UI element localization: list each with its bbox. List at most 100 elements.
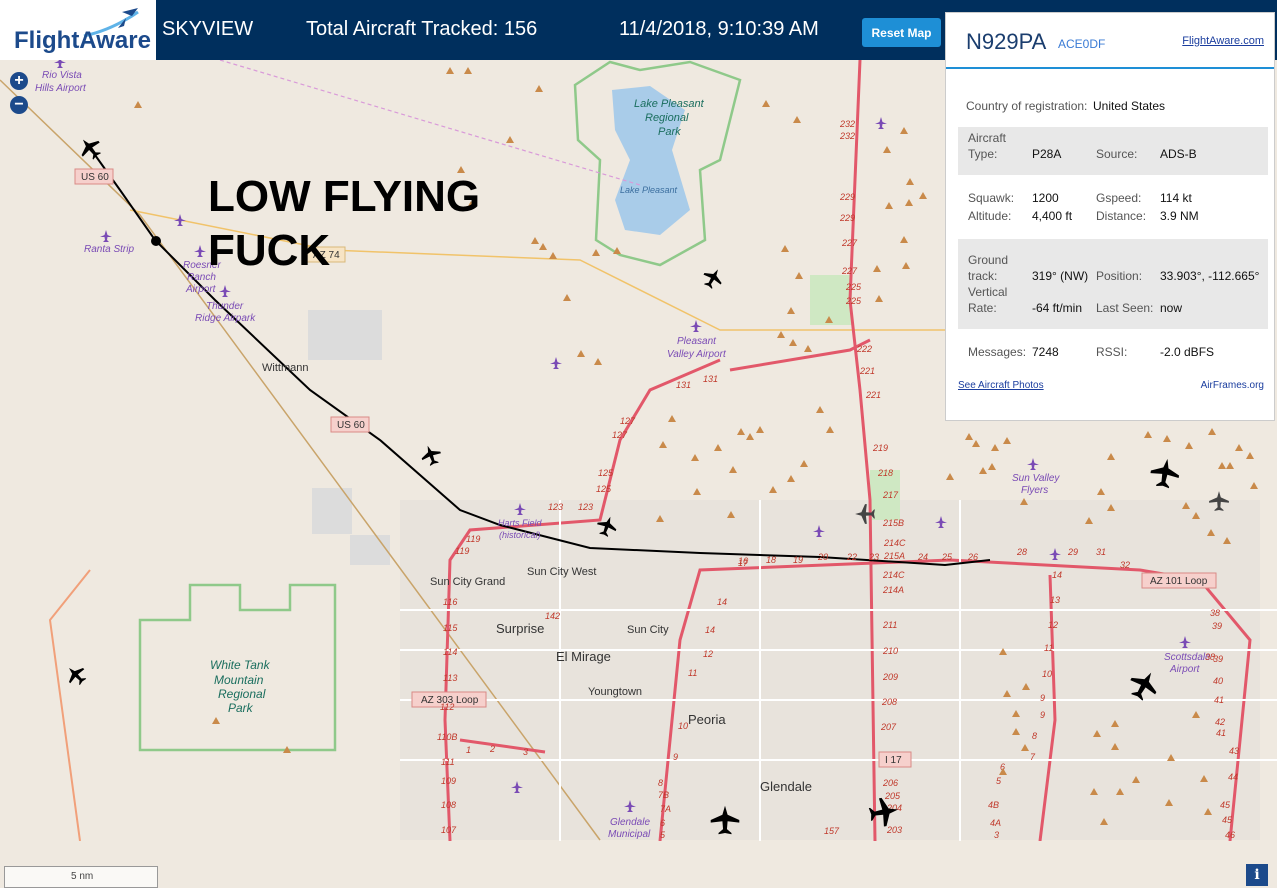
peak-marker [1107, 453, 1115, 460]
place-label: Sun City [627, 624, 669, 636]
peak-marker [737, 428, 745, 435]
track-position-row: Ground track: 319° (NW) Position: 33.903… [958, 239, 1268, 329]
exit-number: 41 [1214, 695, 1224, 705]
exit-number: 127 [612, 430, 628, 440]
exit-number: 45 [1222, 815, 1233, 825]
place-label: Hills Airport [35, 83, 87, 94]
place-label: Regional [218, 687, 266, 701]
exit-number: 39 [1213, 654, 1223, 664]
exit-number: 214A [882, 585, 904, 595]
peak-marker [787, 307, 795, 314]
datetime: 11/4/2018, 9:10:39 AM [619, 18, 819, 40]
exit-number: 43 [1229, 746, 1239, 756]
overlay-line-2: FUCK [208, 226, 331, 275]
peak-marker [762, 100, 770, 107]
exit-number: 222 [856, 344, 872, 354]
exit-number: 10 [1042, 669, 1052, 679]
peak-marker [212, 717, 220, 724]
peak-marker [1144, 431, 1152, 438]
peak-marker [885, 202, 893, 209]
exit-number: 208 [881, 697, 897, 707]
info-button[interactable]: i [1246, 864, 1268, 886]
place-label: Sun City West [527, 566, 597, 578]
peak-marker [756, 426, 764, 433]
altitude-value: 4,400 ft [1032, 209, 1073, 223]
exit-number: 214C [882, 570, 905, 580]
exit-number: 8 [658, 778, 663, 788]
exit-number: 209 [882, 672, 898, 682]
country-label: Country of registration: [966, 99, 1088, 113]
airport-icon [690, 320, 702, 332]
track-waypoint [151, 236, 161, 246]
peak-marker [1246, 452, 1254, 459]
altitude-label: Altitude: [968, 209, 1012, 223]
scale-label: 5 nm [71, 871, 94, 882]
peak-marker [1226, 462, 1234, 469]
exit-number: 46 [1225, 830, 1235, 840]
flightaware-logo[interactable]: FlightAware [0, 0, 156, 60]
route-shield-label: AZ 101 Loop [1150, 576, 1208, 587]
exit-number: 9 [1040, 693, 1045, 703]
place-label: Regional [645, 112, 689, 124]
aircraft-icon[interactable] [699, 264, 726, 291]
exit-number: 24 [917, 552, 928, 562]
place-label: Wittmann [262, 362, 308, 374]
exit-number: 20 [817, 552, 828, 562]
place-label: Airport [1169, 664, 1201, 675]
peak-marker [883, 146, 891, 153]
exit-number: 131 [676, 380, 691, 390]
aircraft-icon[interactable] [1148, 456, 1181, 489]
peak-marker [714, 444, 722, 451]
peak-marker [549, 252, 557, 259]
app-name: SKYVIEW [162, 18, 254, 40]
exit-number: 7A [660, 804, 671, 814]
last-seen-label: Last Seen: [1096, 301, 1154, 315]
peak-marker [1235, 444, 1243, 451]
place-label: Lake Pleasant [620, 185, 678, 195]
messages-label: Messages: [968, 345, 1027, 359]
exit-number: 225 [845, 296, 862, 306]
exit-number: 9 [673, 752, 678, 762]
peak-marker [795, 272, 803, 279]
exit-number: 115 [443, 623, 458, 633]
exit-number: 23 [868, 552, 879, 562]
distance-label: Distance: [1096, 209, 1147, 223]
messages-value: 7248 [1032, 345, 1059, 359]
logo-text: FlightAware [14, 27, 151, 54]
exit-number: 211 [882, 620, 897, 630]
exit-number: 28 [1016, 547, 1027, 557]
zoom-out-button[interactable]: − [10, 96, 28, 114]
flightaware-link[interactable]: FlightAware.com [1182, 35, 1264, 47]
peak-marker [769, 486, 777, 493]
place-label: (historical) [499, 530, 541, 540]
airframes-link[interactable]: AirFrames.org [1201, 380, 1264, 391]
exit-number: 157 [824, 826, 840, 836]
panel-divider [946, 67, 1274, 69]
type-source-row: Aircraft Type: P28A Source: ADS-B [958, 127, 1268, 175]
exit-number: 142 [545, 611, 560, 621]
aircraft-icon[interactable] [62, 661, 90, 689]
place-label: Park [228, 701, 254, 715]
airport-icon [100, 230, 112, 242]
exit-number: 125 [598, 468, 614, 478]
reset-map-button[interactable]: Reset Map [862, 18, 941, 47]
peak-marker [1163, 435, 1171, 442]
squawk-speed-row: Squawk: 1200 Gspeed: 114 kt Altitude: 4,… [946, 189, 1268, 229]
peak-marker [781, 245, 789, 252]
peak-marker [905, 199, 913, 206]
exit-number: 45 [1220, 800, 1231, 810]
aircraft-icon[interactable] [418, 442, 443, 467]
gspeed-value: 114 kt [1160, 191, 1192, 205]
place-label: Surprise [496, 621, 544, 636]
peak-marker [902, 262, 910, 269]
peak-marker [906, 178, 914, 185]
peak-marker [539, 243, 547, 250]
exit-number: 14 [717, 597, 727, 607]
zoom-in-button[interactable]: + [10, 72, 28, 90]
exit-number: 8 [1032, 731, 1037, 741]
peak-marker [1250, 482, 1258, 489]
peak-marker [826, 426, 834, 433]
aircraft-photos-link[interactable]: See Aircraft Photos [958, 380, 1044, 391]
aircraft-icon[interactable] [75, 133, 106, 164]
exit-number: 38 [1210, 608, 1220, 618]
